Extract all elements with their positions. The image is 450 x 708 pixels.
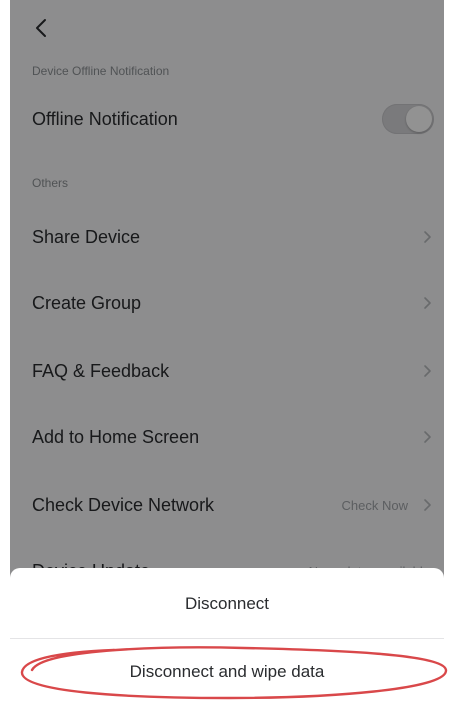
left-border (0, 0, 10, 708)
sheet-divider (10, 638, 444, 639)
screen: Device Offline Notification Offline Noti… (0, 0, 450, 708)
device-settings-page: Device Offline Notification Offline Noti… (10, 0, 444, 708)
right-border (444, 0, 450, 708)
disconnect-button[interactable]: Disconnect (10, 572, 444, 636)
highlight-ellipse (20, 646, 448, 700)
